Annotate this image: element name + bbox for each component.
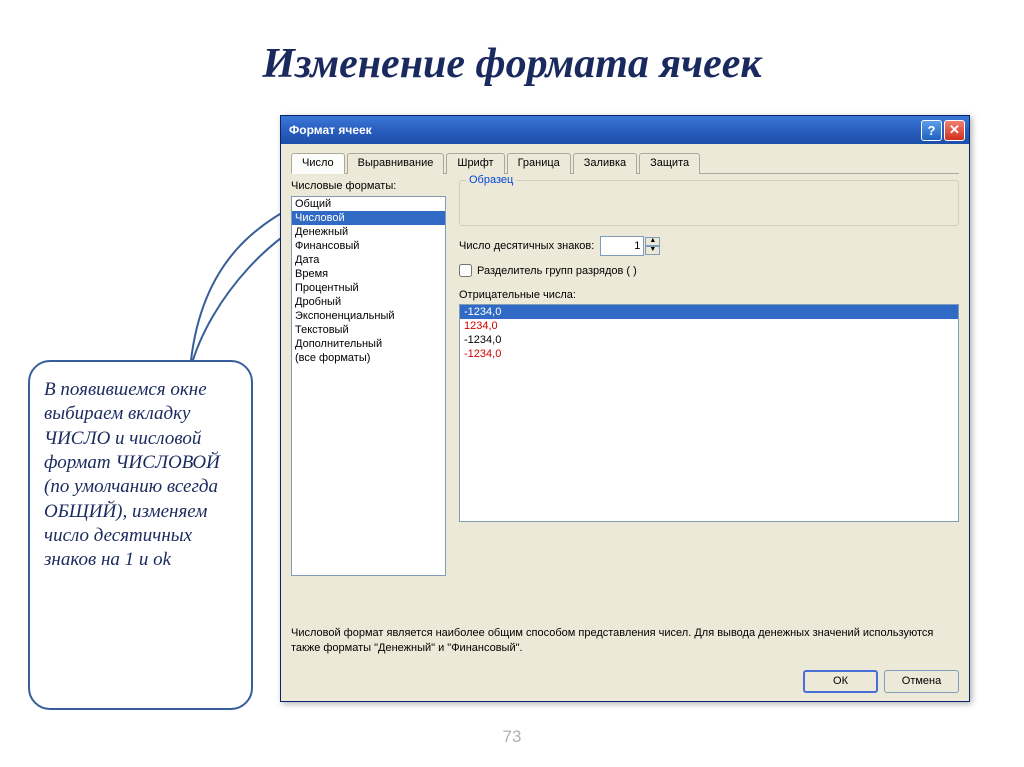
format-item[interactable]: Время — [292, 267, 445, 281]
decimal-places-input[interactable] — [600, 236, 644, 256]
format-item[interactable]: (все форматы) — [292, 351, 445, 365]
separator-label: Разделитель групп разрядов ( ) — [477, 265, 637, 277]
close-button[interactable]: ✕ — [944, 120, 965, 141]
format-item[interactable]: Общий — [292, 197, 445, 211]
sample-label: Образец — [466, 174, 516, 186]
sample-group: Образец — [459, 180, 959, 226]
format-description: Числовой формат является наиболее общим … — [291, 626, 959, 655]
instruction-callout: В появившемся окне выбираем вкладку ЧИСЛ… — [28, 360, 253, 710]
tabs: ЧислоВыравниваниеШрифтГраницаЗаливкаЗащи… — [291, 152, 959, 174]
right-pane: Образец Число десятичных знаков: ▲ ▼ Раз… — [459, 180, 959, 522]
help-button[interactable]: ? — [921, 120, 942, 141]
tab-граница[interactable]: Граница — [507, 153, 571, 174]
cancel-button[interactable]: Отмена — [884, 670, 959, 693]
format-item[interactable]: Текстовый — [292, 323, 445, 337]
negative-item[interactable]: -1234,0 — [460, 305, 958, 319]
negative-label: Отрицательные числа: — [459, 289, 959, 301]
close-icon: ✕ — [949, 122, 960, 138]
thousands-separator-row: Разделитель групп разрядов ( ) — [459, 264, 959, 277]
titlebar[interactable]: Формат ячеек ? ✕ — [281, 116, 969, 144]
dialog-title: Формат ячеек — [289, 123, 919, 137]
tab-выравнивание[interactable]: Выравнивание — [347, 153, 445, 174]
decimal-label: Число десятичных знаков: — [459, 240, 594, 252]
ok-button[interactable]: ОК — [803, 670, 878, 693]
format-item[interactable]: Денежный — [292, 225, 445, 239]
negative-item[interactable]: -1234,0 — [460, 347, 958, 361]
format-item[interactable]: Дополнительный — [292, 337, 445, 351]
tab-защита[interactable]: Защита — [639, 153, 700, 174]
callout-text: В появившемся окне выбираем вкладку ЧИСЛ… — [44, 378, 237, 573]
format-item[interactable]: Дробный — [292, 295, 445, 309]
format-cells-dialog: Формат ячеек ? ✕ ЧислоВыравниваниеШрифтГ… — [280, 115, 970, 702]
format-item[interactable]: Числовой — [292, 211, 445, 225]
spinner-down[interactable]: ▼ — [645, 246, 660, 255]
negative-item[interactable]: -1234,0 — [460, 333, 958, 347]
tab-заливка[interactable]: Заливка — [573, 153, 637, 174]
thousands-separator-checkbox[interactable] — [459, 264, 472, 277]
tab-число[interactable]: Число — [291, 153, 345, 174]
format-item[interactable]: Финансовый — [292, 239, 445, 253]
format-item[interactable]: Процентный — [292, 281, 445, 295]
negative-item[interactable]: 1234,0 — [460, 319, 958, 333]
formats-label: Числовые форматы: — [291, 180, 396, 192]
format-item[interactable]: Экспоненциальный — [292, 309, 445, 323]
format-item[interactable]: Дата — [292, 253, 445, 267]
slide-number: 73 — [503, 727, 522, 747]
decimal-places-row: Число десятичных знаков: ▲ ▼ — [459, 236, 959, 256]
slide-title: Изменение формата ячеек — [0, 0, 1024, 108]
spinner-up[interactable]: ▲ — [645, 237, 660, 246]
number-formats-listbox[interactable]: ОбщийЧисловойДенежныйФинансовыйДатаВремя… — [291, 196, 446, 576]
spinner-buttons: ▲ ▼ — [645, 237, 660, 255]
tab-шрифт[interactable]: Шрифт — [446, 153, 504, 174]
dialog-footer: ОК Отмена — [281, 661, 969, 701]
negative-numbers-listbox[interactable]: -1234,01234,0-1234,0-1234,0 — [459, 304, 959, 522]
dialog-body: ЧислоВыравниваниеШрифтГраницаЗаливкаЗащи… — [281, 144, 969, 661]
